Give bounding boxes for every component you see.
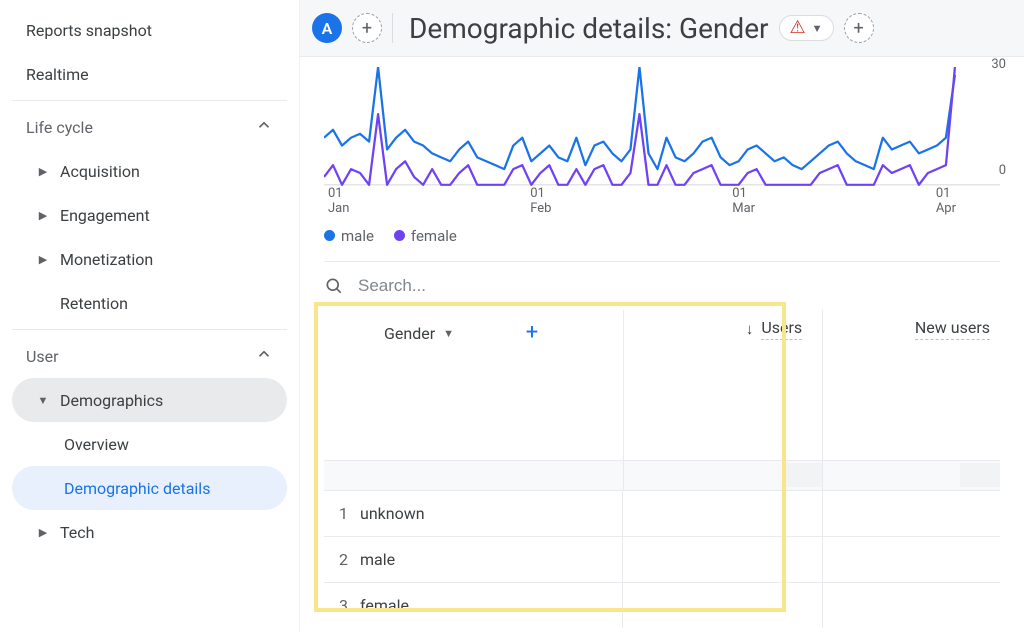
line-chart: 30 0 01Jan 01Feb 01Mar 01Apr [324,67,1000,217]
search-icon [324,276,344,296]
x-tick: 01Mar [732,186,755,217]
sidebar-section-label: Life cycle [26,118,93,137]
table-row[interactable]: 1 unknown [324,490,1000,536]
main: A + Demographic details: Gender ⚠ ▼ + 30… [300,0,1024,632]
sidebar-item-engagement[interactable]: ▶ Engagement [12,193,287,237]
sidebar-item-demographics[interactable]: ▼ Demographics [12,378,287,422]
customize-report-button[interactable]: + [844,13,874,43]
data-threshold-indicator[interactable]: ⚠ ▼ [779,15,834,41]
sidebar: Reports snapshot Realtime Life cycle ▶ A… [0,0,300,632]
avatar-letter: A [322,19,333,38]
table-row[interactable]: 2 male [324,536,1000,582]
chevron-up-icon [255,116,273,138]
sidebar-item-label: Tech [60,523,94,542]
divider [12,329,287,330]
avatar[interactable]: A [312,13,342,43]
metric-label: New users [915,318,990,340]
caret-down-icon: ▼ [812,22,823,35]
sidebar-item-demographic-details[interactable]: Demographic details [12,466,287,510]
swatch-icon [324,230,335,241]
page-title: Demographic details: Gender [409,12,769,45]
sort-desc-icon: ↓ [746,320,754,338]
sidebar-item-tech[interactable]: ▶ Tech [12,510,287,554]
sidebar-item-realtime[interactable]: Realtime [12,52,287,96]
sidebar-item-reports-snapshot[interactable]: Reports snapshot [12,8,287,52]
column-header-new-users[interactable]: New users [823,310,1000,460]
row-label: female [360,596,409,615]
swatch-icon [394,230,405,241]
sidebar-item-retention[interactable]: Retention [12,281,287,325]
x-tick: 01Jan [328,186,349,217]
sidebar-item-label: Retention [60,294,128,313]
caret-down-icon: ▼ [34,394,52,407]
totals-row [324,460,1000,490]
y-axis-top: 30 [991,57,1006,72]
sidebar-item-label: Monetization [60,250,153,269]
row-index: 3 [324,596,360,615]
x-tick: 01Feb [530,186,551,217]
sidebar-item-label: Acquisition [60,162,140,181]
chevron-up-icon [255,345,273,367]
column-header-users[interactable]: ↓ Users [623,310,822,460]
row-index: 2 [324,550,360,569]
sidebar-item-label: Demographics [60,391,163,410]
table-search [300,262,1024,310]
value-placeholder [960,463,1000,487]
sidebar-item-label: Reports snapshot [26,21,152,40]
dimension-column-header: Gender ▼ + [324,310,623,460]
report-card: 30 0 01Jan 01Feb 01Mar 01Apr male female [300,56,1024,632]
metric-label: Users [761,318,802,340]
row-label: unknown [360,504,425,523]
divider [392,13,393,43]
sidebar-item-overview[interactable]: Overview [12,422,287,466]
caret-right-icon: ▶ [34,253,52,266]
sidebar-item-label: Demographic details [64,479,210,498]
sidebar-section-user[interactable]: User [12,334,287,378]
warning-triangle-icon: ⚠ [790,19,806,37]
caret-down-icon: ▼ [443,327,454,340]
sidebar-section-label: User [26,347,59,366]
dimension-label: Gender [384,324,435,343]
sidebar-item-label: Realtime [26,65,89,84]
x-axis-ticks: 01Jan 01Feb 01Mar 01Apr [324,186,960,217]
legend-female[interactable]: female [394,227,457,245]
data-table: Gender ▼ + ↓ Users New users [324,310,1000,628]
plus-icon: + [853,18,863,39]
row-label: male [360,550,395,569]
header: A + Demographic details: Gender ⚠ ▼ + [300,0,1024,56]
sidebar-item-label: Engagement [60,206,150,225]
dimension-selector[interactable]: Gender ▼ [384,324,454,343]
add-comparison-button[interactable]: + [352,13,382,43]
x-tick: 01Apr [936,186,956,217]
chart-legend: male female [300,217,1024,261]
caret-right-icon: ▶ [34,209,52,222]
y-axis-bottom: 0 [999,163,1006,178]
sidebar-item-label: Overview [64,435,129,454]
caret-right-icon: ▶ [34,526,52,539]
sidebar-section-life-cycle[interactable]: Life cycle [12,105,287,149]
plus-icon: + [362,18,372,39]
search-input[interactable] [358,276,658,296]
row-index: 1 [324,504,360,523]
sidebar-item-monetization[interactable]: ▶ Monetization [12,237,287,281]
sidebar-item-acquisition[interactable]: ▶ Acquisition [12,149,287,193]
legend-male[interactable]: male [324,227,374,245]
caret-right-icon: ▶ [34,165,52,178]
value-placeholder [782,463,822,487]
divider [12,100,287,101]
chart-svg [324,67,1000,187]
add-dimension-button[interactable]: + [518,318,546,346]
table-row[interactable]: 3 female [324,582,1000,628]
